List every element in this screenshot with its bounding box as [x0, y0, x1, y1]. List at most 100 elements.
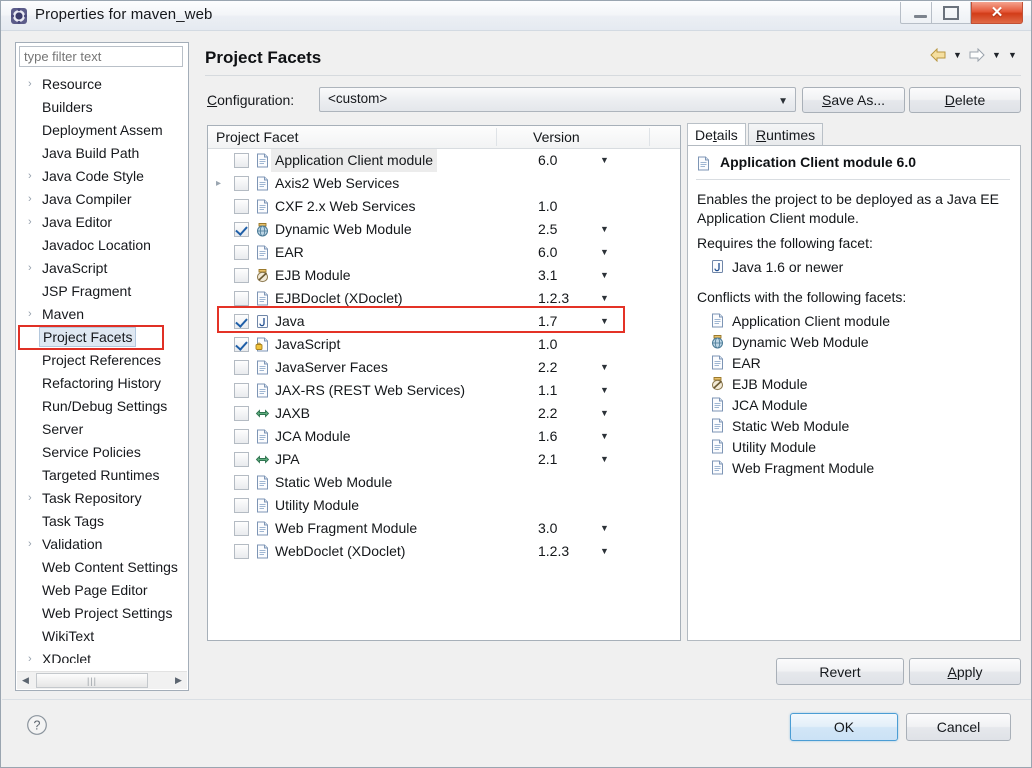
table-row[interactable]: JAX-RS (REST Web Services) 1.1 ▼: [208, 379, 680, 402]
revert-button[interactable]: Revert: [776, 658, 904, 685]
version-chevron-down-icon[interactable]: ▼: [600, 517, 609, 540]
scroll-left-icon[interactable]: ◀: [17, 672, 34, 689]
version-chevron-down-icon[interactable]: ▼: [600, 310, 609, 333]
chevron-right-icon[interactable]: ›: [28, 648, 38, 663]
facet-version[interactable]: 2.1: [538, 448, 557, 471]
sidebar-item-java-editor[interactable]: › Java Editor: [16, 211, 188, 234]
version-chevron-down-icon[interactable]: ▼: [600, 241, 609, 264]
scroll-right-icon[interactable]: ▶: [170, 672, 187, 689]
ok-button[interactable]: OK: [790, 713, 898, 741]
sidebar-item-refactoring-history[interactable]: Refactoring History: [16, 372, 188, 395]
facet-version[interactable]: 1.0: [538, 333, 557, 356]
table-row[interactable]: EJBDoclet (XDoclet) 1.2.3 ▼: [208, 287, 680, 310]
facet-checkbox[interactable]: [234, 337, 249, 352]
sidebar-item-xdoclet[interactable]: › XDoclet: [16, 648, 188, 663]
facet-checkbox[interactable]: [234, 153, 249, 168]
apply-button[interactable]: Apply: [909, 658, 1021, 685]
tree-horizontal-scrollbar[interactable]: ◀ ||| ▶: [17, 671, 187, 689]
version-chevron-down-icon[interactable]: ▼: [600, 402, 609, 425]
page-menu-chevron-down-icon[interactable]: ▼: [1006, 45, 1019, 65]
back-menu-chevron-down-icon[interactable]: ▼: [951, 45, 964, 65]
sidebar-item-task-repository[interactable]: › Task Repository: [16, 487, 188, 510]
facet-checkbox[interactable]: [234, 452, 249, 467]
sidebar-item-java-compiler[interactable]: › Java Compiler: [16, 188, 188, 211]
chevron-right-icon[interactable]: ›: [28, 73, 38, 96]
sidebar-item-builders[interactable]: Builders: [16, 96, 188, 119]
scrollbar-thumb[interactable]: |||: [36, 673, 148, 688]
facet-checkbox[interactable]: [234, 429, 249, 444]
chevron-right-icon[interactable]: ›: [28, 165, 38, 188]
version-chevron-down-icon[interactable]: ▼: [600, 218, 609, 241]
close-button[interactable]: ✕: [971, 2, 1023, 24]
facet-checkbox[interactable]: [234, 245, 249, 260]
facet-version[interactable]: 3.1: [538, 264, 557, 287]
column-header-version[interactable]: Version: [533, 126, 649, 148]
table-row[interactable]: ▸ Axis2 Web Services: [208, 172, 680, 195]
sidebar-item-service-policies[interactable]: Service Policies: [16, 441, 188, 464]
chevron-right-icon[interactable]: ›: [28, 257, 38, 280]
sidebar-item-jsp-fragment[interactable]: JSP Fragment: [16, 280, 188, 303]
sidebar-item-web-page-editor[interactable]: Web Page Editor: [16, 579, 188, 602]
table-row[interactable]: JAXB 2.2 ▼: [208, 402, 680, 425]
sidebar-item-targeted-runtimes[interactable]: Targeted Runtimes: [16, 464, 188, 487]
facet-checkbox[interactable]: [234, 406, 249, 421]
chevron-right-icon[interactable]: ›: [28, 303, 38, 326]
table-row[interactable]: Dynamic Web Module 2.5 ▼: [208, 218, 680, 241]
sidebar-item-deployment-assem[interactable]: Deployment Assem: [16, 119, 188, 142]
sidebar-item-task-tags[interactable]: Task Tags: [16, 510, 188, 533]
facet-checkbox[interactable]: [234, 475, 249, 490]
facet-version[interactable]: 2.5: [538, 218, 557, 241]
table-row[interactable]: JCA Module 1.6 ▼: [208, 425, 680, 448]
facet-checkbox[interactable]: [234, 176, 249, 191]
table-row[interactable]: EAR 6.0 ▼: [208, 241, 680, 264]
facet-checkbox[interactable]: [234, 314, 249, 329]
help-question-icon[interactable]: ?: [26, 714, 48, 736]
table-row[interactable]: Web Fragment Module 3.0 ▼: [208, 517, 680, 540]
facet-version[interactable]: 6.0: [538, 149, 557, 172]
facet-version[interactable]: 1.2.3: [538, 287, 569, 310]
filter-input[interactable]: [19, 46, 183, 67]
sidebar-item-resource[interactable]: › Resource: [16, 73, 188, 96]
sidebar-item-run-debug-settings[interactable]: Run/Debug Settings: [16, 395, 188, 418]
sidebar-item-validation[interactable]: › Validation: [16, 533, 188, 556]
facet-checkbox[interactable]: [234, 199, 249, 214]
facet-version[interactable]: 1.0: [538, 195, 557, 218]
table-row[interactable]: Utility Module: [208, 494, 680, 517]
settings-tree[interactable]: › Resource Builders Deployment Assem Java Bu…: [16, 73, 188, 663]
sidebar-item-wikitext[interactable]: WikiText: [16, 625, 188, 648]
version-chevron-down-icon[interactable]: ▼: [600, 264, 609, 287]
configuration-dropdown[interactable]: <custom> ▼: [319, 87, 796, 112]
sidebar-item-project-references[interactable]: Project References: [16, 349, 188, 372]
table-row[interactable]: JavaScript 1.0: [208, 333, 680, 356]
maximize-button[interactable]: [931, 2, 971, 24]
facet-checkbox[interactable]: [234, 544, 249, 559]
column-header-facet[interactable]: Project Facet: [216, 126, 500, 148]
sidebar-item-java-build-path[interactable]: Java Build Path: [16, 142, 188, 165]
version-chevron-down-icon[interactable]: ▼: [600, 540, 609, 563]
table-row[interactable]: CXF 2.x Web Services 1.0: [208, 195, 680, 218]
facet-checkbox[interactable]: [234, 268, 249, 283]
version-chevron-down-icon[interactable]: ▼: [600, 379, 609, 402]
version-chevron-down-icon[interactable]: ▼: [600, 448, 609, 471]
facet-checkbox[interactable]: [234, 383, 249, 398]
sidebar-item-server[interactable]: Server: [16, 418, 188, 441]
table-row[interactable]: EJB Module 3.1 ▼: [208, 264, 680, 287]
facet-checkbox[interactable]: [234, 521, 249, 536]
facet-checkbox[interactable]: [234, 222, 249, 237]
table-row[interactable]: Static Web Module: [208, 471, 680, 494]
table-row[interactable]: Java 1.7 ▼: [208, 310, 680, 333]
facet-version[interactable]: 1.7: [538, 310, 557, 333]
facet-version[interactable]: 1.1: [538, 379, 557, 402]
facet-version[interactable]: 2.2: [538, 356, 557, 379]
facet-checkbox[interactable]: [234, 498, 249, 513]
version-chevron-down-icon[interactable]: ▼: [600, 287, 609, 310]
sidebar-item-javascript[interactable]: › JavaScript: [16, 257, 188, 280]
facet-version[interactable]: 2.2: [538, 402, 557, 425]
project-facets-table[interactable]: Project Facet Version Application Client…: [207, 125, 681, 641]
cancel-button[interactable]: Cancel: [906, 713, 1011, 741]
version-chevron-down-icon[interactable]: ▼: [600, 356, 609, 379]
back-arrow-icon[interactable]: [928, 45, 948, 65]
chevron-right-icon[interactable]: ›: [28, 533, 38, 556]
chevron-right-icon[interactable]: ›: [28, 211, 38, 234]
sidebar-item-web-project-settings[interactable]: Web Project Settings: [16, 602, 188, 625]
